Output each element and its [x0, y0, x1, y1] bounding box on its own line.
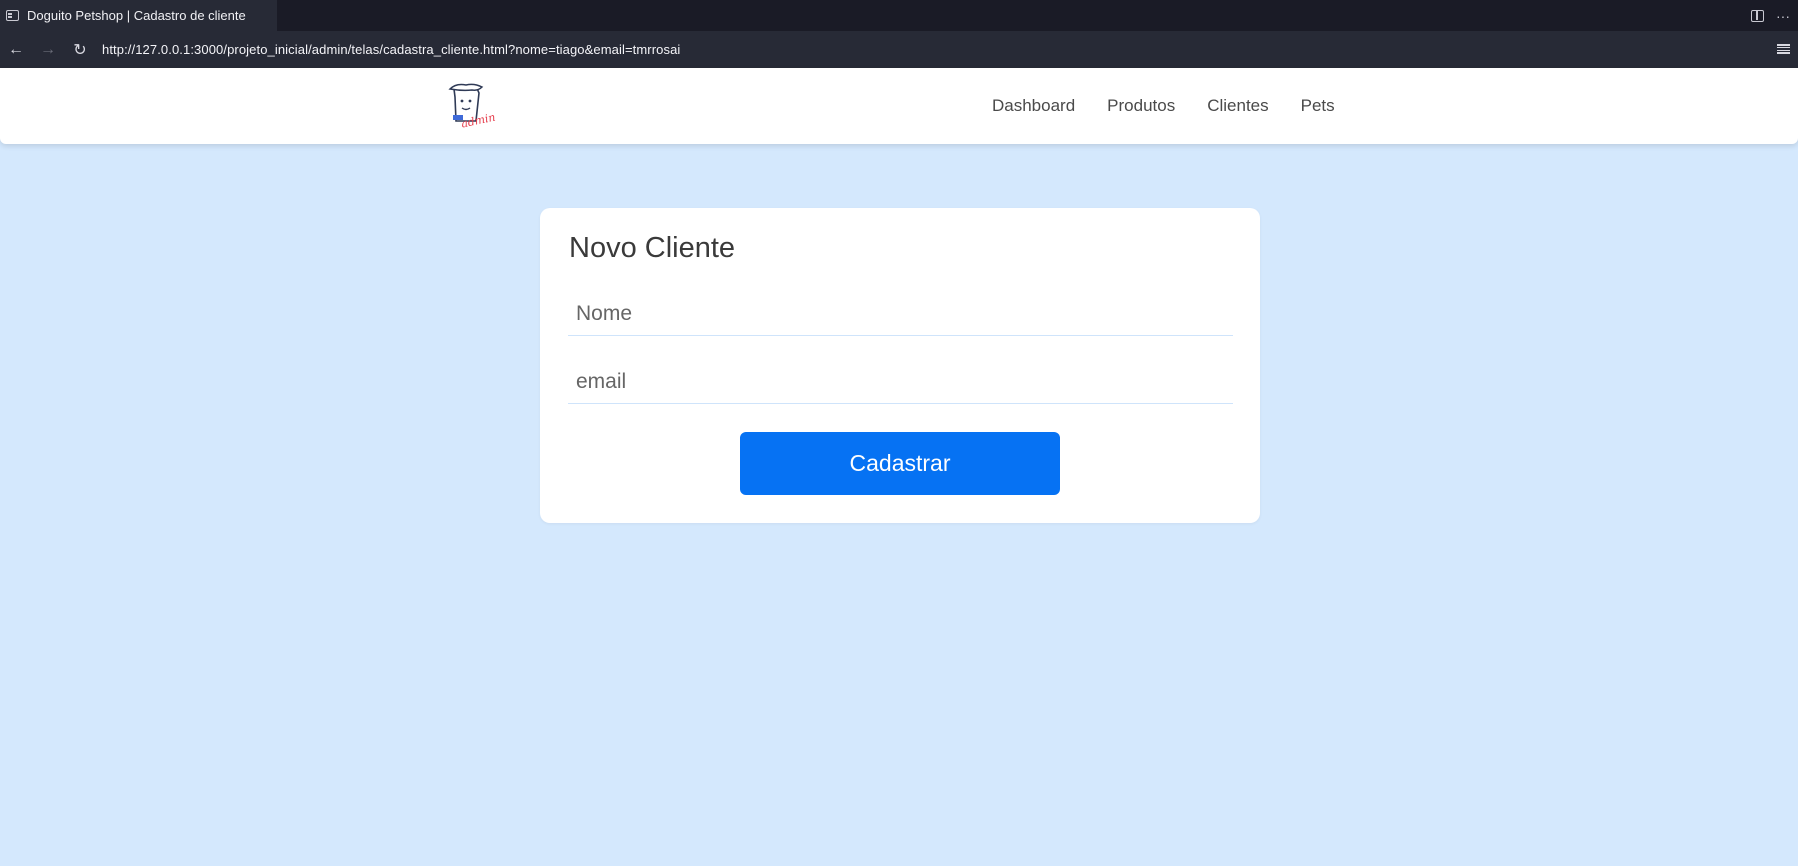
forward-arrow-icon[interactable]: →	[32, 31, 64, 68]
dog-logo-icon: admin	[448, 83, 497, 131]
nav-produtos[interactable]: Produtos	[1107, 96, 1175, 116]
reload-icon[interactable]: ↻	[64, 31, 96, 68]
main-nav: Dashboard Produtos Clientes Pets	[992, 68, 1335, 144]
new-client-form-card: Novo Cliente Cadastrar	[540, 208, 1260, 523]
cadastrar-button[interactable]: Cadastrar	[740, 432, 1060, 495]
site-header: admin Dashboard Produtos Clientes Pets	[0, 68, 1798, 144]
email-input[interactable]	[568, 360, 1233, 404]
form-title: Novo Cliente	[569, 232, 736, 264]
browser-tab[interactable]: Doguito Petshop | Cadastro de cliente	[0, 0, 277, 31]
browser-tab-bar: Doguito Petshop | Cadastro de cliente ··…	[0, 0, 1798, 31]
address-field[interactable]: http://127.0.0.1:3000/projeto_inicial/ad…	[102, 42, 680, 57]
nav-dashboard[interactable]: Dashboard	[992, 96, 1075, 116]
name-input[interactable]	[568, 292, 1233, 336]
back-arrow-icon[interactable]: ←	[0, 31, 32, 68]
more-options-icon[interactable]: ···	[1776, 8, 1790, 24]
browser-url-bar: ← → ↻ http://127.0.0.1:3000/projeto_inic…	[0, 31, 1798, 68]
tab-title: Doguito Petshop | Cadastro de cliente	[27, 8, 246, 23]
page-icon	[6, 10, 19, 21]
hamburger-menu-icon[interactable]	[1777, 42, 1790, 56]
tabbar-controls: ···	[1751, 0, 1790, 31]
doguito-admin-logo[interactable]: admin	[446, 81, 502, 131]
nav-clientes[interactable]: Clientes	[1207, 96, 1268, 116]
split-view-icon[interactable]	[1751, 9, 1764, 22]
nav-pets[interactable]: Pets	[1301, 96, 1335, 116]
